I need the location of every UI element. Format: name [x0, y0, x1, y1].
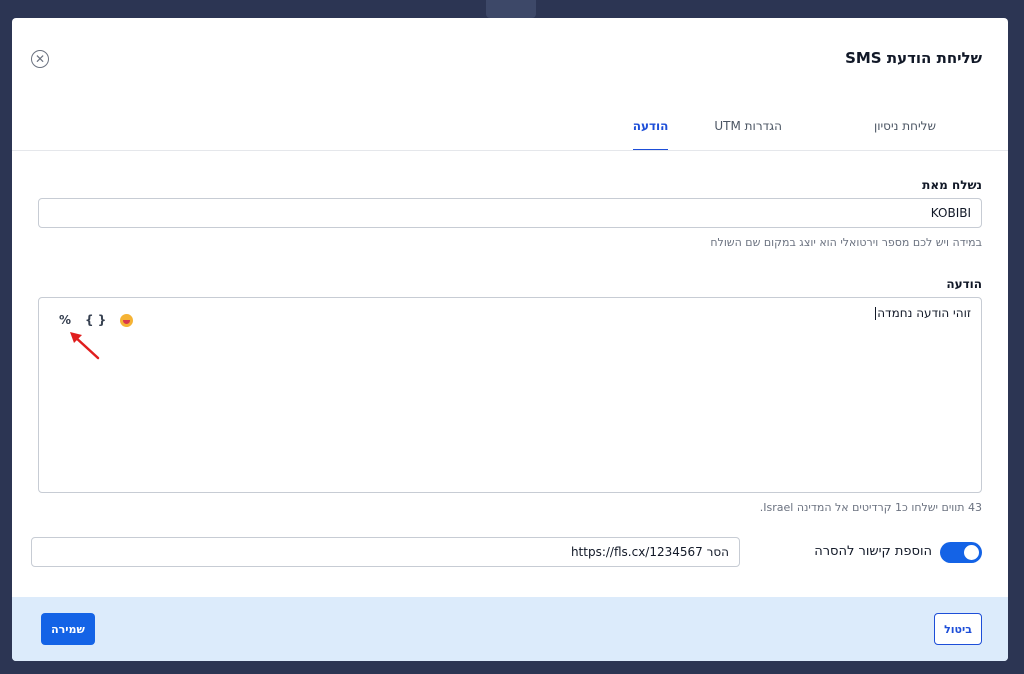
unsubscribe-link-value: הסר https://fls.cx/1234567: [570, 545, 729, 559]
message-label: הודעה: [946, 277, 982, 291]
sms-modal: שליחת הודעת SMS ✕ הודעה הגדרות UTM שליחת…: [12, 18, 1008, 661]
sender-value: KOBIBI: [930, 206, 971, 220]
braces-icon[interactable]: { }: [85, 313, 106, 327]
tab-bar: הודעה הגדרות UTM שליחת ניסיון: [632, 119, 982, 151]
close-icon[interactable]: ✕: [31, 50, 49, 68]
sender-label: נשלח מאת: [922, 178, 982, 192]
sender-hint: במידה ויש לכם מספר וירטואלי הוא יוצג במק…: [710, 236, 982, 249]
message-toolbar: % { }: [59, 313, 134, 327]
message-textarea[interactable]: זוהי הודעה נחמדה % { }: [38, 297, 982, 493]
tab-utm-settings[interactable]: הגדרות UTM: [714, 119, 782, 151]
percent-icon[interactable]: %: [59, 313, 71, 327]
toggle-knob: [964, 545, 979, 560]
tab-test-send[interactable]: שליחת ניסיון: [874, 119, 936, 151]
tab-message[interactable]: הודעה: [632, 119, 669, 151]
backdrop-button: [486, 0, 536, 18]
unsubscribe-toggle[interactable]: [940, 542, 982, 563]
modal-title: שליחת הודעת SMS: [845, 49, 982, 67]
message-text: זוהי הודעה נחמדה: [875, 306, 971, 320]
save-button[interactable]: שמירה: [41, 613, 95, 645]
annotation-arrow-icon: [70, 332, 100, 360]
modal-footer: שמירה ביטול: [12, 597, 1008, 661]
cancel-button[interactable]: ביטול: [934, 613, 982, 645]
unsubscribe-link-input[interactable]: הסר https://fls.cx/1234567: [31, 537, 740, 567]
credits-info: 43 תווים ישלחו כ1 קרדיטים אל המדינה Isra…: [759, 501, 982, 514]
sender-input[interactable]: KOBIBI: [38, 198, 982, 228]
tabs-divider: [12, 150, 1008, 151]
unsubscribe-toggle-label: הוספת קישור להסרה: [814, 544, 932, 559]
emoji-icon[interactable]: [120, 313, 134, 327]
